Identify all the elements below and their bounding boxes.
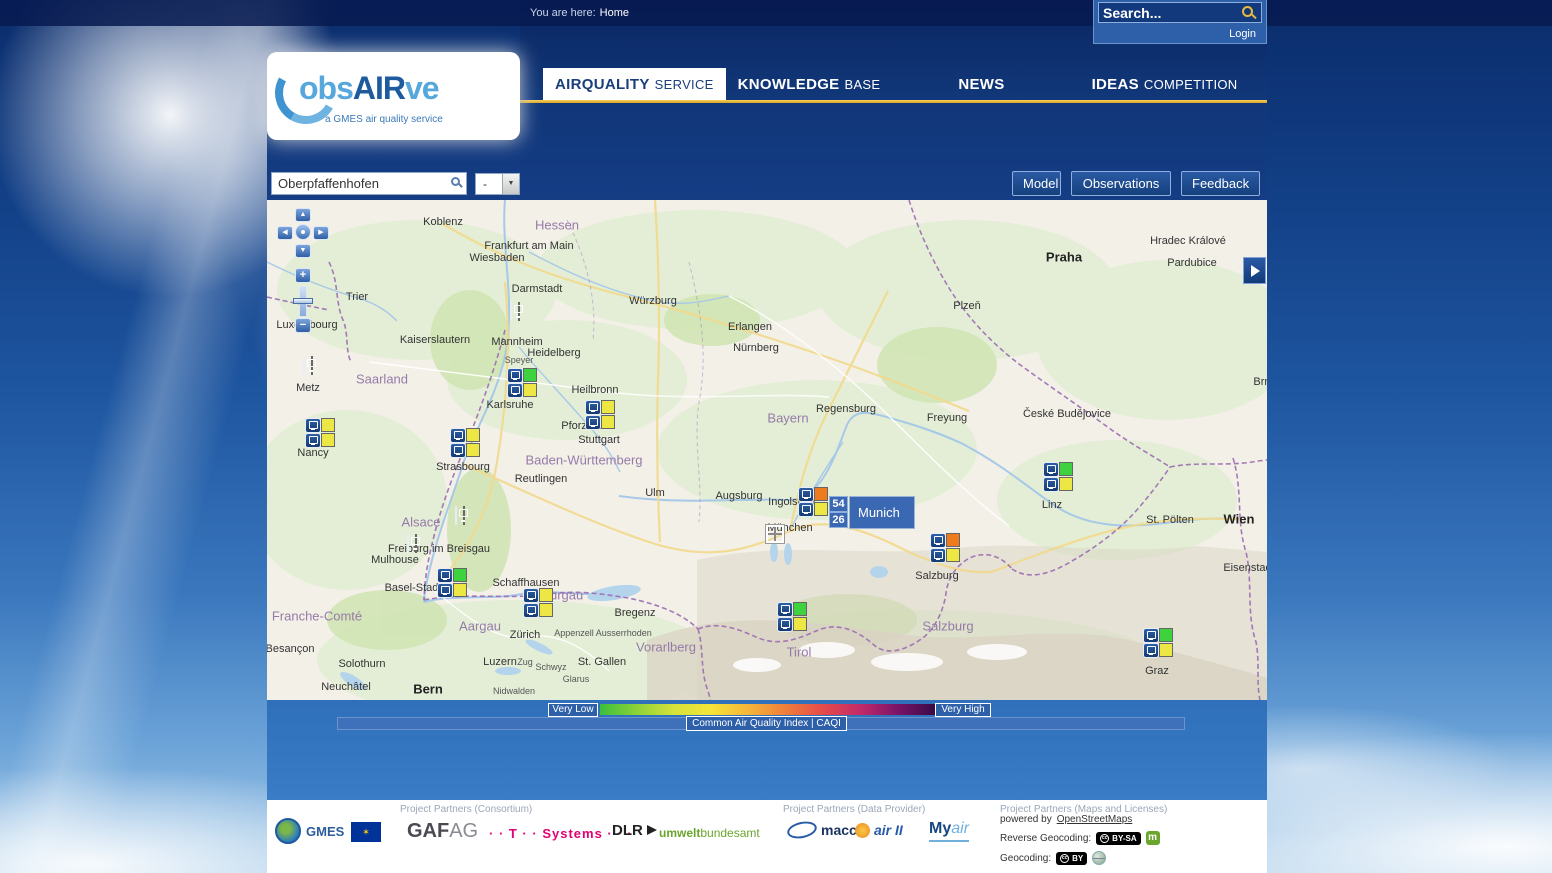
zoom-slider-handle[interactable] [293,298,313,304]
macc-logo[interactable]: macc [787,822,857,838]
myair-logo[interactable]: Myair [929,820,969,842]
logo[interactable]: obsAIRve a GMES air quality service [267,52,520,140]
location-search-icon[interactable] [451,177,460,186]
breadcrumb: You are here: Home [530,7,629,19]
powered-by-row: powered by OpenStreetMaps [1000,814,1132,825]
zoom-in-button[interactable]: + [295,268,311,283]
logo-tagline: a GMES air quality service [325,114,443,125]
geocoding-row: Geocoding: cc BY [1000,851,1106,865]
main-nav: AIRQUALITY SERVICE KNOWLEDGE BASE NEWS I… [543,68,1250,100]
nav-tab[interactable]: KNOWLEDGE BASE [726,68,893,100]
nav-underline [520,100,1267,103]
toolbar-button[interactable]: Feedback [1181,171,1260,196]
logo-text: obsAIRve [299,70,439,107]
view-buttons: Model Observations Feedback [1012,171,1260,196]
umweltbundesamt-logo[interactable]: umweltbundesamt [659,826,760,840]
legend-high-label: Very High [935,703,991,717]
zoom-select-value: - [483,177,487,191]
cc-icon: cc [1060,854,1069,863]
pan-center-button[interactable] [295,224,311,240]
globe-icon[interactable] [1092,851,1106,865]
sun-icon [855,823,870,838]
chevron-down-icon: ▼ [502,174,519,194]
geocoding-label: Geocoding: [1000,853,1051,864]
openstreetmaps-link[interactable]: OpenStreetMaps [1057,814,1133,825]
legend-low-label: Very Low [548,703,598,717]
gmes-icon [275,818,301,844]
caqi-gradient-bar [600,704,935,715]
breadcrumb-prefix: You are here: [530,7,596,19]
search-input[interactable] [1103,3,1238,22]
location-input[interactable] [271,172,467,195]
pan-right-button[interactable]: ▶ [313,226,329,240]
caqi-caption: Common Air Quality Index | CAQI [686,716,847,731]
macc-ring-icon [786,819,819,841]
dlr-logo[interactable]: DLR [612,822,643,839]
cc-by-sa-badge[interactable]: cc BY-SA [1096,832,1140,845]
map-controls: ▲ ◀ ▶ ▼ + − [267,200,1267,700]
login-link[interactable]: Login [1229,28,1256,40]
air2-logo[interactable]: air II [855,822,903,838]
nav-tab[interactable]: NEWS [946,68,1021,100]
gmes-logo[interactable]: GMES [275,818,344,844]
eu-flag-icon[interactable]: ✶ [351,822,381,842]
chevron-right-icon [1251,265,1260,277]
search-icon[interactable] [1242,6,1253,17]
search-panel: Login [1093,0,1267,44]
pan-down-button[interactable]: ▼ [295,244,311,258]
consortium-title: Project Partners (Consortium) [400,804,532,815]
toolbar-button[interactable]: Model [1012,171,1061,196]
reverse-geocoding-row: Reverse Geocoding: cc BY-SA m [1000,831,1160,845]
nav-tab[interactable]: AIRQUALITY SERVICE [543,68,726,100]
zoom-out-button[interactable]: − [295,318,311,333]
cc-by-badge[interactable]: cc BY [1056,852,1087,865]
gaf-logo[interactable]: GAFAG [407,820,478,843]
main-column: obsAIRve a GMES air quality service AIRQ… [267,0,1267,873]
search-box [1098,2,1262,23]
footer: GMES ✶ Project Partners (Consortium) GAF… [267,800,1267,873]
pan-up-button[interactable]: ▲ [295,208,311,222]
nav-tab[interactable]: IDEAS COMPETITION [1080,68,1250,100]
data-provider-title: Project Partners (Data Provider) [783,804,925,815]
top-bar: You are here: Home [0,0,1552,26]
map-canvas[interactable]: Koblenz Hessen Frankfurt am Main Wiesbad… [267,200,1267,700]
expand-panel-button[interactable] [1243,257,1266,284]
zoom-select[interactable]: - ▼ [475,173,520,195]
cc-icon: cc [1100,834,1109,843]
reverse-geocoding-label: Reverse Geocoding: [1000,833,1091,844]
toolbar-button[interactable]: Observations [1071,171,1171,196]
map-provider-icon[interactable]: m [1146,831,1160,845]
pan-left-button[interactable]: ◀ [277,226,293,240]
breadcrumb-home-link[interactable]: Home [600,7,629,19]
